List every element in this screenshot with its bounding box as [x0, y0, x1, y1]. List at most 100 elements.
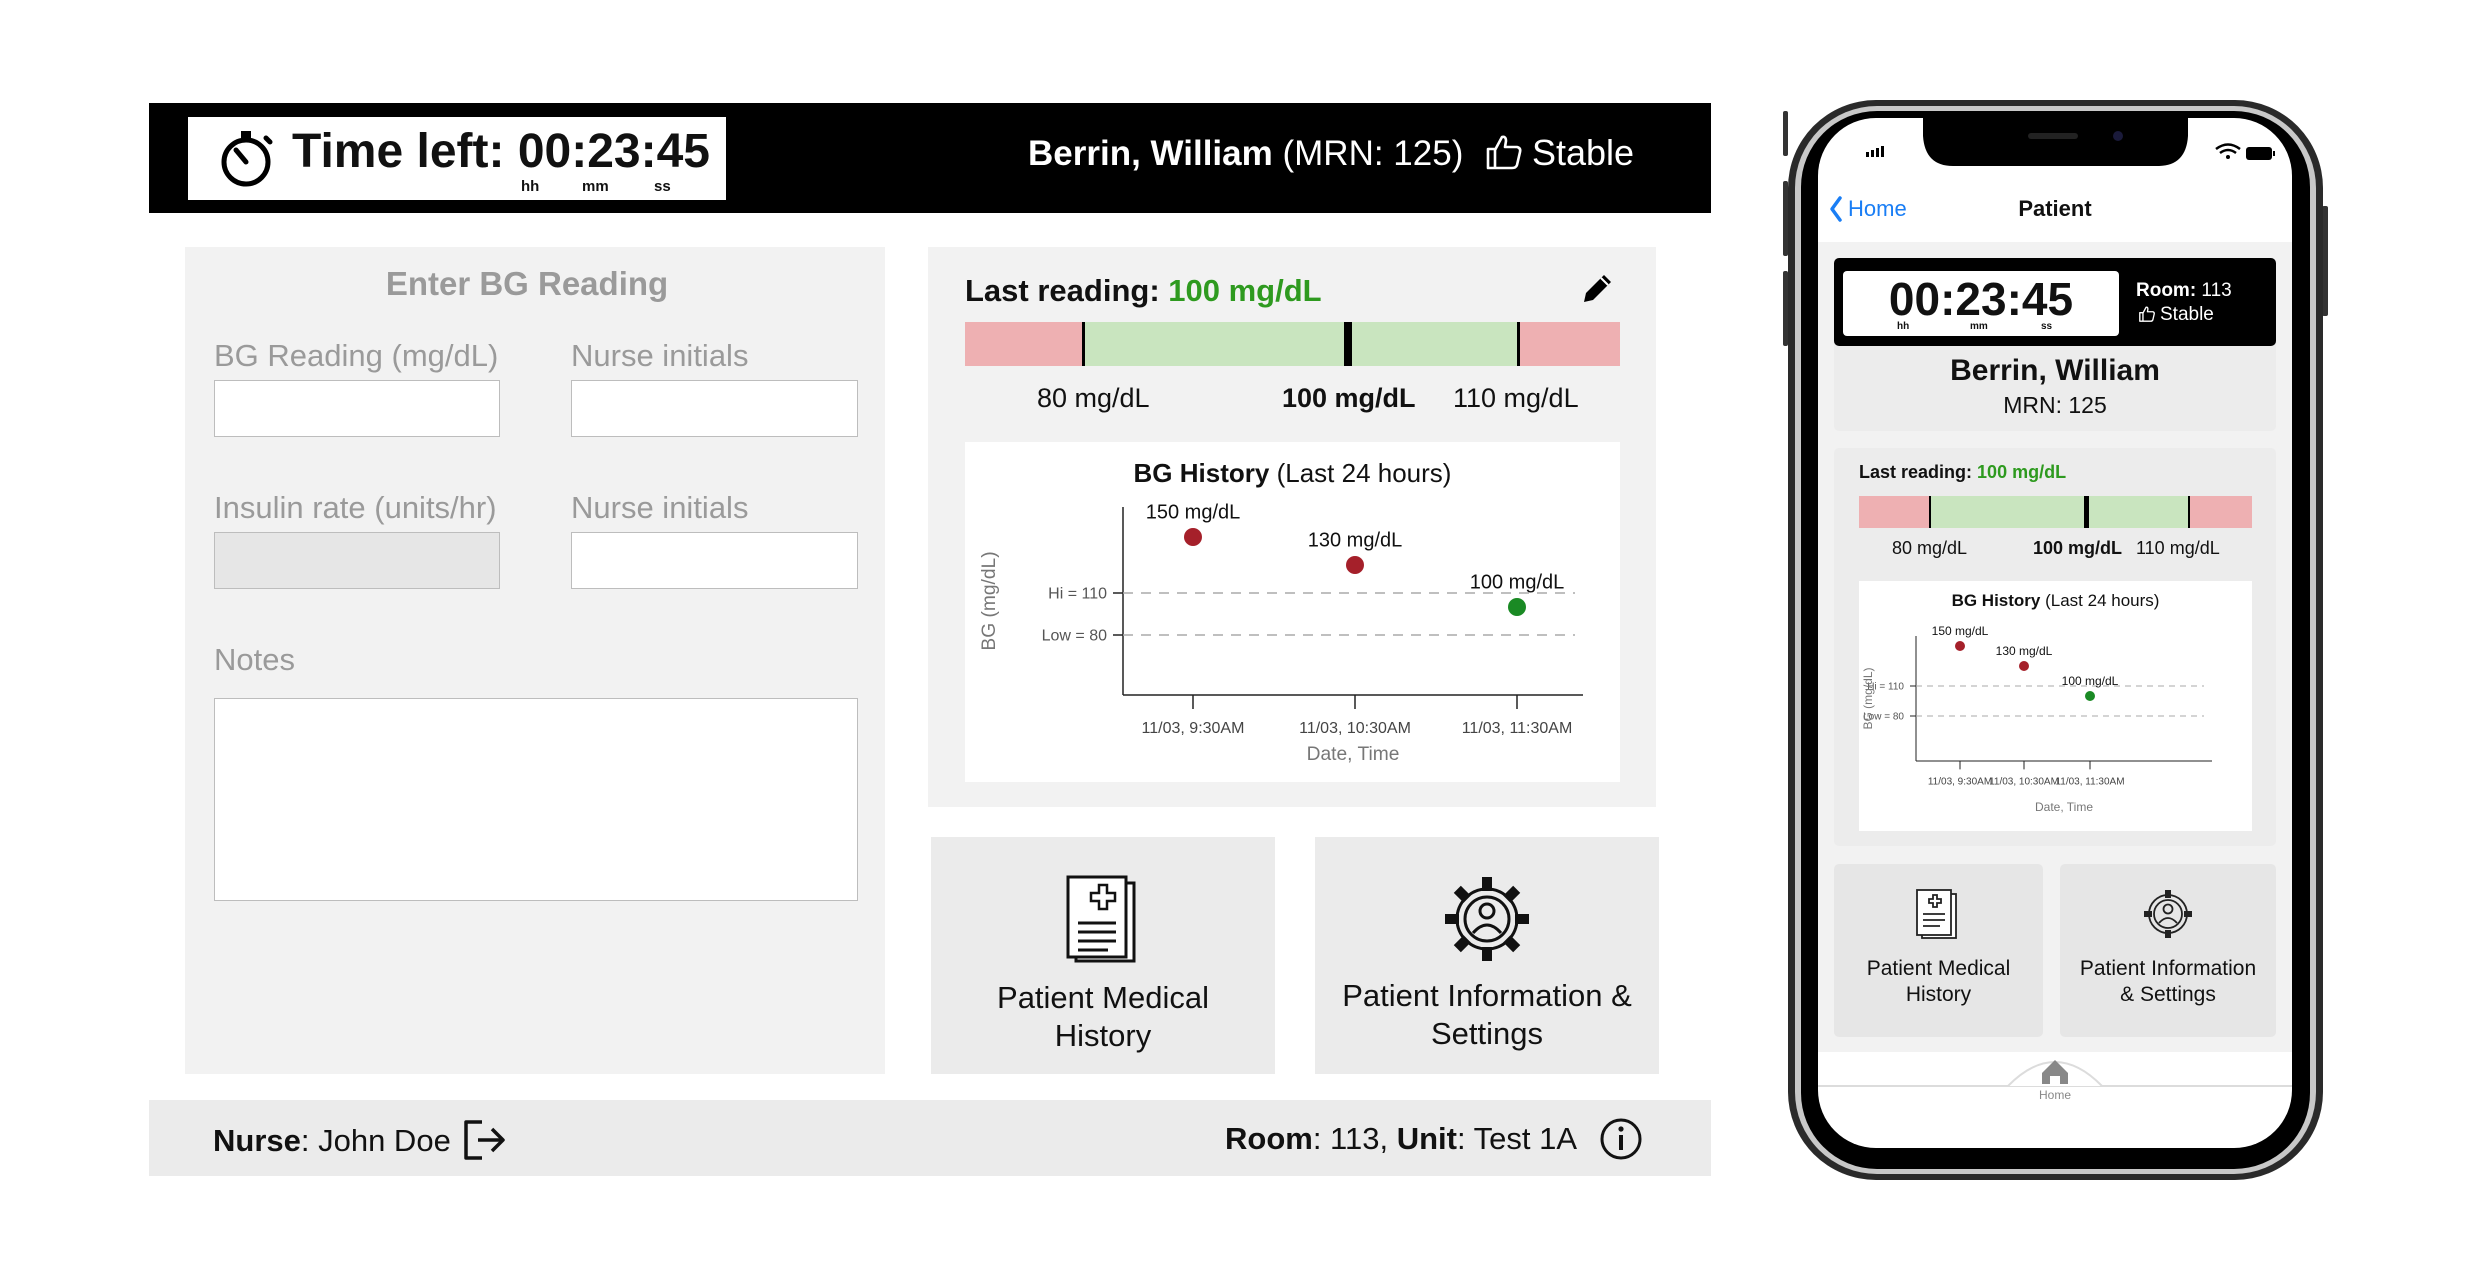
bg-entry-title: Enter BG Reading: [385, 265, 669, 302]
last-reading-label: Last reading:: [965, 273, 1160, 308]
medical-history-label-line1: Patient Medical: [997, 980, 1209, 1015]
timer-unit-minutes: mm: [582, 178, 609, 195]
room-info: Room: 113, Unit: Test 1A: [1225, 1121, 1577, 1157]
range-current-label: 100 mg/dL: [1282, 383, 1416, 413]
thumbs-up-icon[interactable]: [1484, 132, 1524, 172]
phone-tile-info-bg: [2060, 864, 2276, 1037]
phone-room-value: 113: [2196, 280, 2232, 301]
phone-patient-name: Berrin, William: [1950, 354, 2160, 387]
phone-patient-info-line2: & Settings: [2120, 983, 2216, 1006]
timer-value: 00:23:45: [517, 125, 710, 178]
phone-timer-unit-seconds: ss: [2041, 321, 2053, 332]
phone-x-tick-label-0: 11/03, 9:30AM: [1928, 776, 1992, 787]
insulin-nurse-initials-input[interactable]: [571, 532, 858, 589]
phone-data-point-0: [1955, 641, 1965, 651]
bg-history-chart: Hi = 110 Low = 80 11/03, 9:30AM 150 mg/dL 11…: [979, 501, 1583, 765]
phone-notch: [1923, 118, 2188, 166]
pencil-icon[interactable]: [1576, 268, 1618, 310]
patient-mrn: (MRN: 125): [1282, 134, 1464, 173]
phone-range-high-marker: [2188, 496, 2190, 528]
timer-label: Time left:: [292, 125, 505, 178]
phone-range-low-zone: [1859, 496, 1930, 528]
bg-nurse-initials-label: Nurse initials: [571, 338, 749, 373]
patient-name: Berrin, William: [1028, 134, 1273, 173]
data-label-0: 150 mg/dL: [1146, 501, 1241, 523]
phone-medical-record-icon: [1916, 889, 1957, 939]
patient-info-label[interactable]: Patient Information & Settings: [1315, 977, 1659, 1053]
signal-icon: [1866, 146, 1884, 157]
nurse-label: Nurse: [213, 1123, 301, 1158]
phone-medical-history-line2: History: [1905, 983, 1972, 1006]
range-low-marker: [1082, 322, 1085, 366]
last-reading: Last reading: 100 mg/dL: [965, 273, 1322, 309]
phone-last-reading-value: 100 mg/dL: [1977, 462, 2067, 482]
bg-reading-input[interactable]: [214, 380, 500, 437]
phone-bg-history-chart: Hi = 110Low = 8011/03, 9:30AM150 mg/dL11…: [1861, 624, 2212, 814]
bg-range-bar: [965, 322, 1620, 366]
medical-history-label[interactable]: Patient Medical History: [931, 979, 1275, 1055]
data-point-1: [1346, 556, 1364, 574]
range-low-zone: [965, 322, 1083, 366]
insulin-rate-label: Insulin rate (units/hr): [214, 490, 497, 525]
timer-display: Time left: 00:23:45: [292, 124, 710, 179]
phone-patient-settings-gear-icon: [2148, 894, 2188, 934]
y-axis-title: BG (mg/dL): [979, 551, 1000, 650]
phone-range-target-zone: [1930, 496, 2190, 528]
phone-timer-value: 00:23:45: [1888, 273, 2074, 325]
phone-chart-subtitle: (Last 24 hours): [2045, 591, 2160, 610]
phone-medical-history-tile[interactable]: Patient Medical History: [1834, 956, 2043, 1008]
phone-data-label-1: 130 mg/dL: [1996, 644, 2053, 658]
x-tick-label-2: 11/03, 11:30AM: [1462, 720, 1573, 737]
bg-reading-label: BG Reading (mg/dL): [214, 338, 499, 373]
phone-tab-home[interactable]: Home: [1818, 1088, 2292, 1102]
x-tick-label-1: 11/03, 10:30AM: [1299, 720, 1411, 737]
phone-medical-history-line1: Patient Medical: [1866, 957, 2011, 980]
nurse-info: Nurse: John Doe: [213, 1123, 451, 1159]
range-low-label: 80 mg/dL: [1037, 383, 1150, 413]
notes-textarea[interactable]: [214, 698, 858, 901]
phone-nav-title: Patient: [2018, 196, 2092, 221]
wifi-icon: [2215, 143, 2241, 155]
medical-history-label-line2: History: [1054, 1018, 1152, 1053]
unit-label: Unit: [1396, 1121, 1457, 1156]
range-high-marker: [1517, 322, 1520, 366]
bg-nurse-initials-input[interactable]: [571, 380, 858, 437]
phone-room-label: Room:: [2136, 280, 2197, 301]
notes-label: Notes: [214, 642, 295, 677]
phone-room: Room: 113: [2136, 280, 2232, 302]
phone-data-label-2: 100 mg/dL: [2062, 674, 2119, 688]
patient-status[interactable]: Stable: [1532, 132, 1634, 174]
phone-range-low-marker: [1929, 496, 1931, 528]
timer-unit-hours: hh: [521, 178, 540, 195]
phone-screen: Hi = 110 Low = 80 11/03, 9:30AM 150 mg/dL 11…: [1818, 118, 2292, 1148]
phone-patient-mrn: MRN: 125: [2003, 392, 2107, 418]
x-tick-label-0: 11/03, 9:30AM: [1142, 720, 1245, 737]
phone-x-tick-label-1: 11/03, 10:30AM: [1989, 776, 2059, 787]
phone-speaker: [2028, 133, 2078, 139]
phone-x-tick-label-2: 11/03, 11:30AM: [2055, 776, 2124, 787]
unit-value: : Test 1A: [1456, 1121, 1578, 1156]
phone-x-axis-title: Date, Time: [2035, 800, 2093, 814]
phone-range-current-marker: [2084, 496, 2089, 528]
phone-thumbs-up-icon[interactable]: [2138, 305, 2156, 323]
phone-range-high-label: 110 mg/dL: [2136, 538, 2220, 558]
logout-icon[interactable]: [460, 1116, 508, 1164]
phone-timer-unit-hours: hh: [1897, 321, 1910, 332]
phone-camera: [2113, 131, 2123, 141]
phone-patient-info-line1: Patient Information: [2079, 957, 2257, 980]
phone-range-high-zone: [2190, 496, 2252, 528]
phone-data-point-1: [2019, 661, 2029, 671]
last-reading-value: 100 mg/dL: [1168, 273, 1322, 308]
patient-info-label-line2: Settings: [1430, 1016, 1543, 1051]
x-axis-title: Date, Time: [1307, 744, 1400, 765]
room-value: : 113,: [1312, 1121, 1397, 1156]
data-label-1: 130 mg/dL: [1308, 529, 1403, 551]
phone-patient-info-tile[interactable]: Patient Information & Settings: [2060, 956, 2276, 1008]
info-icon[interactable]: [1598, 1116, 1644, 1162]
data-point-0: [1184, 528, 1202, 546]
insulin-rate-input[interactable]: [214, 532, 500, 589]
reference-label-0: Hi = 110: [1048, 586, 1107, 603]
phone-status[interactable]: Stable: [2160, 304, 2214, 326]
phone-chart-title: BG History: [1951, 591, 2041, 610]
reference-label-1: Low = 80: [1042, 628, 1107, 645]
